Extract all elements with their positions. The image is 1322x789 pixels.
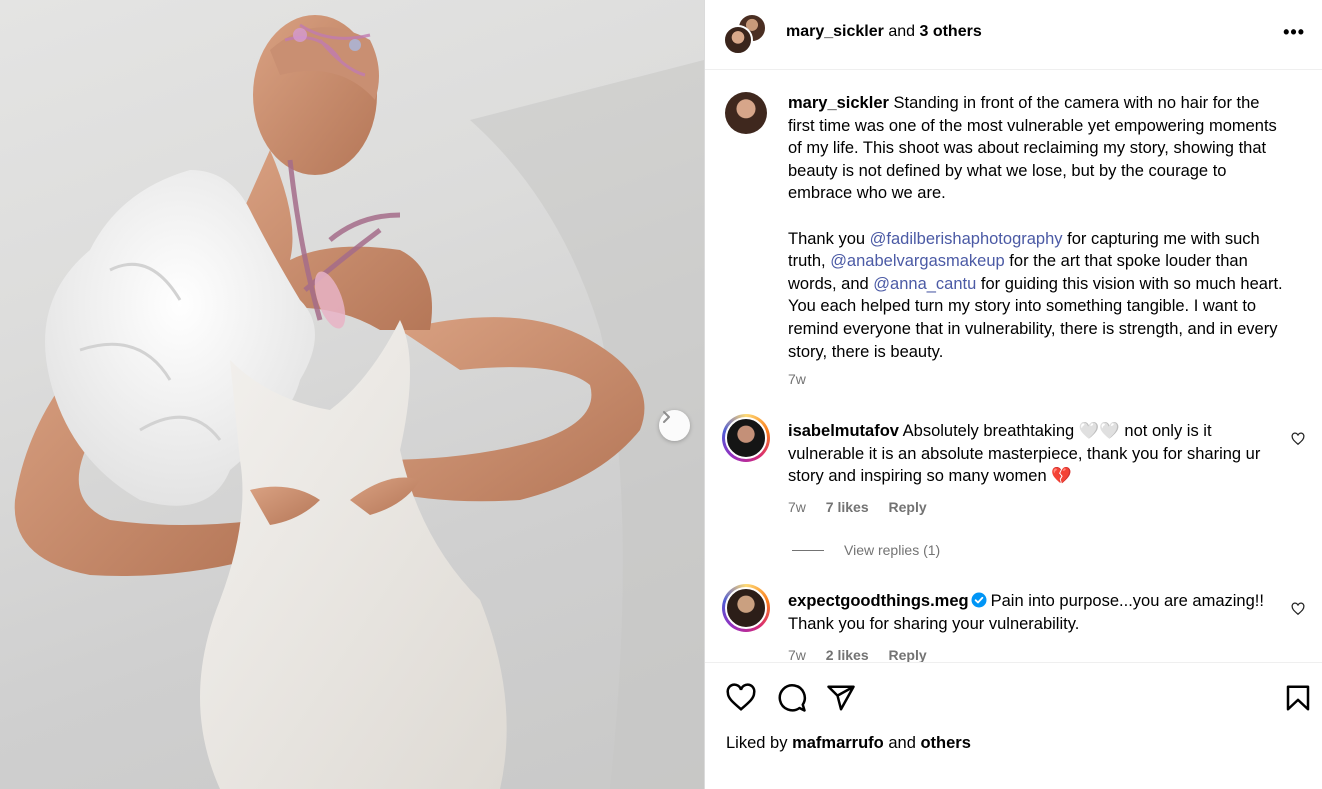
post-header: mary_sickler and 3 others ••• [705, 0, 1322, 70]
caption-meta: 7w [788, 371, 822, 387]
verified-badge-icon [971, 592, 987, 608]
view-replies-label: View replies (1) [844, 542, 941, 558]
mention-link[interactable]: @fadilberishaphotography [870, 230, 1063, 248]
header-username[interactable]: mary_sickler [786, 23, 884, 40]
caption-para-1: mary_sickler Standing in front of the ca… [788, 92, 1283, 205]
mention-link[interactable]: @anabelvargasmakeup [830, 252, 1005, 270]
heart-icon[interactable] [726, 683, 756, 713]
post-image [0, 0, 704, 789]
header-and: and [888, 23, 916, 40]
more-options-button[interactable]: ••• [1283, 22, 1305, 42]
avatar[interactable] [725, 92, 767, 134]
post-side-panel: mary_sickler and 3 others ••• mary_sickl… [704, 0, 1322, 789]
caption-text: Thank you [788, 229, 870, 248]
collab-avatars[interactable] [723, 13, 767, 55]
post-actions-bar: Liked by mafmarrufo and others [705, 662, 1322, 789]
like-comment-heart-icon[interactable] [1291, 432, 1305, 446]
liked-by-others[interactable]: others [920, 734, 970, 752]
header-collaborators: mary_sickler and 3 others [786, 23, 982, 41]
comment-likes[interactable]: 7 likes [826, 499, 869, 515]
comment-icon[interactable] [777, 683, 807, 713]
comment-likes[interactable]: 2 likes [826, 647, 869, 662]
avatar [723, 25, 753, 55]
liked-by-user[interactable]: mafmarrufo [792, 734, 884, 752]
liked-by-prefix: Liked by [726, 734, 788, 752]
post-photo [14, 15, 704, 789]
caption-para-2: Thank you @fadilberishaphotography for c… [788, 228, 1283, 364]
reply-button[interactable]: Reply [889, 499, 927, 515]
story-ring[interactable] [722, 414, 770, 462]
comment-time[interactable]: 7w [788, 647, 806, 662]
like-comment-heart-icon[interactable] [1291, 602, 1305, 616]
comment-username[interactable]: isabelmutafov [788, 422, 899, 440]
reply-button[interactable]: Reply [889, 647, 927, 662]
mention-link[interactable]: @anna_cantu [873, 275, 976, 293]
avatar [725, 417, 767, 459]
post-caption: mary_sickler Standing in front of the ca… [788, 92, 1283, 363]
comment-username[interactable]: expectgoodthings.meg [788, 592, 969, 610]
caption-time[interactable]: 7w [788, 371, 806, 387]
header-others-link[interactable]: 3 others [919, 23, 981, 40]
caption-username[interactable]: mary_sickler [788, 94, 889, 112]
share-icon[interactable] [826, 683, 856, 713]
bookmark-icon[interactable] [1283, 683, 1313, 713]
story-ring[interactable] [722, 584, 770, 632]
chevron-right-icon [663, 411, 670, 423]
view-replies-button[interactable]: View replies (1) [792, 542, 940, 558]
comments-list[interactable]: mary_sickler Standing in front of the ca… [705, 71, 1322, 662]
liked-by: Liked by mafmarrufo and others [726, 734, 971, 753]
avatar [725, 587, 767, 629]
liked-by-conj: and [888, 734, 916, 752]
comment: expectgoodthings.meg Pain into purpose...… [788, 590, 1283, 635]
comment-meta: 7w 7 likes Reply [788, 499, 943, 515]
comment: isabelmutafov Absolutely breathtaking 🤍🤍… [788, 420, 1283, 488]
divider-line [792, 549, 824, 551]
comment-time[interactable]: 7w [788, 499, 806, 515]
next-image-button[interactable] [659, 410, 690, 441]
comment-meta: 7w 2 likes Reply [788, 647, 943, 662]
